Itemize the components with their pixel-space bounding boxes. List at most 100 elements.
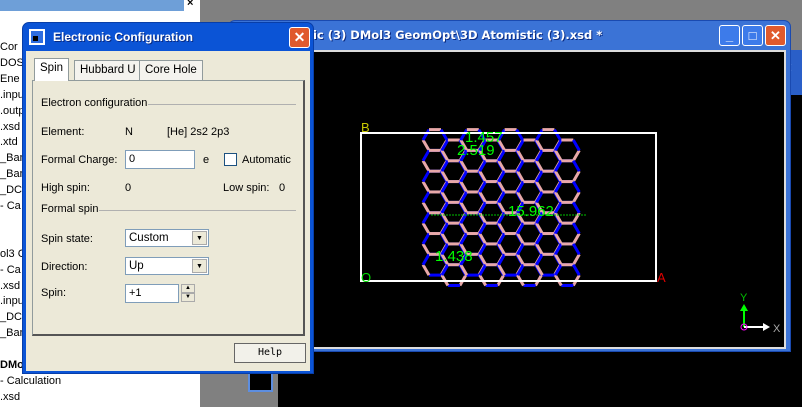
- tree-item[interactable]: .xsd: [0, 279, 20, 294]
- measure-label: 15.962: [508, 203, 554, 220]
- viewport-lower: [278, 352, 802, 407]
- spin-down-button[interactable]: ▼: [181, 293, 195, 302]
- bond: [421, 222, 431, 235]
- axis-x-label: X: [773, 323, 781, 335]
- bond: [421, 149, 431, 162]
- spin-panel: Electron configuration Element: N [He] 2…: [32, 80, 305, 336]
- bond: [572, 201, 581, 214]
- bond: [572, 222, 581, 235]
- cell-label-o: O: [361, 270, 371, 285]
- dialog-title: Electronic Configuration: [53, 30, 194, 44]
- formal-charge-label: Formal Charge:: [41, 154, 118, 166]
- element-label: Element:: [41, 126, 85, 138]
- app-icon: [29, 29, 45, 45]
- high-spin-label: High spin:: [41, 182, 90, 194]
- explorer-close-icon[interactable]: ×: [187, 0, 193, 9]
- bond: [421, 160, 431, 172]
- tree-item[interactable]: .xtd: [0, 135, 18, 150]
- tree-item[interactable]: _DC: [0, 183, 22, 198]
- tree-item[interactable]: - Ca: [0, 263, 21, 278]
- chevron-down-icon[interactable]: ▼: [192, 259, 207, 273]
- measure-label: 1.438: [435, 248, 473, 265]
- bond: [535, 128, 544, 141]
- tree-item[interactable]: .xsd: [0, 120, 20, 135]
- axes-triad-icon: Y X: [740, 292, 781, 335]
- direction-select[interactable]: Up ▼: [125, 257, 209, 275]
- bond: [572, 191, 581, 204]
- bond: [421, 232, 431, 245]
- tree-item[interactable]: - Ca: [0, 199, 21, 214]
- tree-item[interactable]: .inpu: [0, 294, 24, 309]
- cell-label-a: A: [657, 270, 666, 285]
- bond: [421, 201, 431, 214]
- bond: [572, 149, 581, 162]
- bond: [572, 180, 581, 193]
- bond: [553, 128, 562, 141]
- cell-label-b: B: [361, 120, 370, 135]
- spin-state-value: Custom: [129, 232, 169, 244]
- help-button[interactable]: Help: [234, 343, 306, 363]
- bond: [421, 243, 431, 256]
- group-electron-configuration: Electron configuration: [41, 97, 148, 109]
- bond: [572, 243, 581, 256]
- automatic-label: Automatic: [242, 154, 291, 166]
- axis-y-label: Y: [740, 292, 748, 304]
- window-title: ic (3) DMol3 GeomOpt\3D Atomistic (3).xs…: [313, 28, 603, 42]
- bond: [421, 139, 431, 152]
- bond: [572, 211, 581, 224]
- bond: [421, 253, 431, 266]
- tree-item[interactable]: .outp: [0, 104, 24, 119]
- tree-item[interactable]: DOS: [0, 56, 24, 71]
- spin-input[interactable]: +1: [125, 284, 179, 303]
- bond: [572, 253, 581, 266]
- minimize-button[interactable]: _: [719, 25, 740, 46]
- close-button[interactable]: ✕: [765, 25, 786, 46]
- tab-core-hole[interactable]: Core Hole: [139, 60, 203, 80]
- low-spin-label: Low spin:: [223, 182, 270, 194]
- direction-label: Direction:: [41, 261, 88, 273]
- bond: [572, 139, 581, 152]
- 3d-viewport[interactable]: B O A 1.457 2.519 15.962 1.438 Y X: [233, 50, 786, 349]
- tree-item[interactable]: _DC: [0, 310, 22, 325]
- formal-charge-unit: e: [203, 154, 210, 166]
- bond: [572, 263, 581, 276]
- bond: [421, 211, 431, 224]
- bond: [421, 263, 431, 276]
- measure-label: 2.519: [457, 142, 495, 159]
- element-value: N: [125, 126, 133, 138]
- direction-value: Up: [129, 260, 144, 272]
- maximize-button[interactable]: □: [742, 25, 763, 46]
- high-spin-value: 0: [125, 182, 132, 194]
- bond: [572, 232, 581, 245]
- tree-item[interactable]: - Calculation: [0, 374, 61, 389]
- tree-item[interactable]: .xsd: [0, 390, 20, 405]
- bond: [421, 180, 431, 193]
- tree-item[interactable]: .inpu: [0, 88, 24, 103]
- spin-state-select[interactable]: Custom ▼: [125, 229, 209, 247]
- tree-item[interactable]: DMo: [0, 358, 24, 373]
- tree-item[interactable]: Cor: [0, 40, 18, 55]
- bond: [439, 128, 449, 141]
- tab-spin[interactable]: Spin: [34, 58, 70, 81]
- spin-up-button[interactable]: ▲: [181, 284, 195, 293]
- bond: [515, 128, 524, 141]
- element-config: [He] 2s2 2p3: [167, 126, 230, 138]
- spin-state-label: Spin state:: [41, 233, 93, 245]
- explorer-title-bar: [0, 0, 184, 11]
- tree-item[interactable]: Ene: [0, 72, 20, 87]
- tab-hubbard-u[interactable]: Hubbard U: [74, 60, 142, 80]
- bond: [421, 170, 431, 183]
- group-formal-spin: Formal spin: [41, 203, 99, 215]
- structure-view: B O A 1.457 2.519 15.962 1.438 Y X: [360, 120, 781, 335]
- bond: [572, 170, 581, 183]
- bond: [421, 191, 431, 204]
- bond: [421, 128, 431, 141]
- dialog-close-button[interactable]: ✕: [289, 27, 310, 48]
- electronic-configuration-dialog: Electronic Configuration ✕ Spin Hubbard …: [22, 22, 314, 374]
- automatic-checkbox[interactable]: [224, 153, 237, 166]
- spin-label: Spin:: [41, 287, 67, 299]
- formal-charge-input[interactable]: 0: [125, 150, 195, 169]
- low-spin-value: 0: [279, 182, 286, 194]
- chevron-down-icon[interactable]: ▼: [192, 231, 207, 245]
- bond: [572, 160, 581, 172]
